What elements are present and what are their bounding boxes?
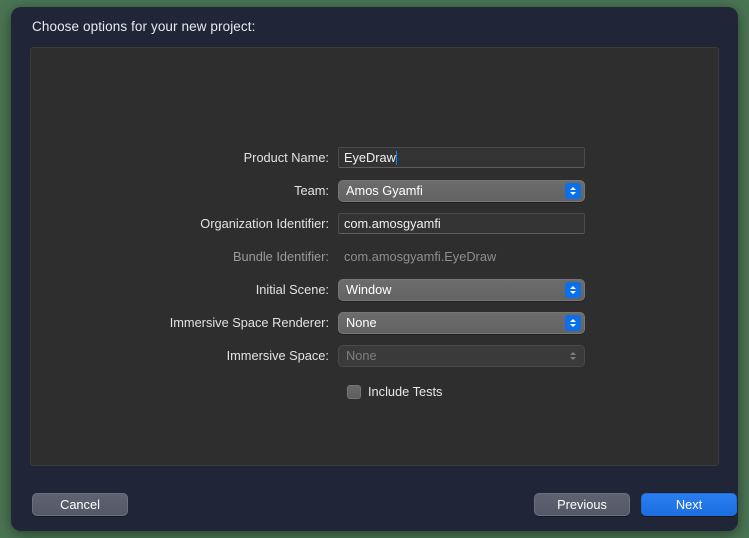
control-team: Amos Gyamfi [338,179,585,202]
control-bundle-identifier: com.amosgyamfi.EyeDraw [338,246,585,267]
include-tests-label: Include Tests [368,384,443,399]
chevron-up-icon [570,351,576,355]
form-row-immersive-space: Immersive Space: None [31,342,718,369]
chevron-up-down-icon[interactable] [565,281,581,298]
chevron-down-icon [570,356,576,360]
label-organization-identifier: Organization Identifier: [200,216,329,231]
control-initial-scene: Window [338,278,585,301]
form-row-organization-identifier: Organization Identifier: com.amosgyamfi [31,210,718,237]
immersive-space-renderer-select[interactable]: None [338,311,585,334]
team-selected-value: Amos Gyamfi [346,183,423,198]
label-team: Team: [294,183,329,198]
chevron-up-icon [570,318,576,322]
next-button[interactable]: Next [641,493,737,516]
text-caret [395,150,398,165]
include-tests-checkbox-group[interactable]: Include Tests [338,384,442,399]
dialog-title: Choose options for your new project: [32,19,256,34]
label-immersive-space-renderer: Immersive Space Renderer: [169,315,329,330]
immersive-space-select: None [338,344,585,367]
product-name-value: EyeDraw [344,150,396,165]
label-bundle-identifier: Bundle Identifier: [232,249,329,264]
chevron-up-icon [570,186,576,190]
initial-scene-select[interactable]: Window [338,278,585,301]
project-options-form: Product Name: EyeDraw Team: Amos Gyamfi [31,144,718,405]
label-immersive-space: Immersive Space: [226,348,329,363]
chevron-down-icon [570,323,576,327]
control-organization-identifier: com.amosgyamfi [338,213,585,234]
chevron-up-down-icon[interactable] [565,314,581,331]
chevron-up-down-icon[interactable] [565,182,581,199]
form-row-initial-scene: Initial Scene: Window [31,276,718,303]
form-row-product-name: Product Name: EyeDraw [31,144,718,171]
organization-identifier-value: com.amosgyamfi [344,216,441,231]
immersive-space-renderer-selected-value: None [346,315,377,330]
options-panel: Product Name: EyeDraw Team: Amos Gyamfi [30,47,719,466]
organization-identifier-input[interactable]: com.amosgyamfi [338,213,585,234]
previous-button[interactable]: Previous [534,493,630,516]
form-row-bundle-identifier: Bundle Identifier: com.amosgyamfi.EyeDra… [31,243,718,270]
bundle-identifier-value: com.amosgyamfi.EyeDraw [344,249,497,264]
new-project-options-dialog: Choose options for your new project: Pro… [11,7,738,531]
label-product-name: Product Name: [243,150,329,165]
product-name-input[interactable]: EyeDraw [338,147,585,168]
form-row-immersive-space-renderer: Immersive Space Renderer: None [31,309,718,336]
chevron-down-icon [570,290,576,294]
control-product-name: EyeDraw [338,147,585,168]
control-immersive-space-renderer: None [338,311,585,334]
chevron-up-down-icon [565,348,581,364]
chevron-down-icon [570,191,576,195]
immersive-space-selected-value: None [346,348,377,363]
initial-scene-selected-value: Window [346,282,392,297]
label-initial-scene: Initial Scene: [255,282,329,297]
chevron-up-icon [570,285,576,289]
control-immersive-space: None [338,344,585,367]
form-row-team: Team: Amos Gyamfi [31,177,718,204]
cancel-button[interactable]: Cancel [32,493,128,516]
team-select[interactable]: Amos Gyamfi [338,179,585,202]
dialog-footer: Cancel Previous Next [11,493,738,521]
checkbox-icon[interactable] [347,384,361,399]
form-row-include-tests: Include Tests [31,378,718,405]
